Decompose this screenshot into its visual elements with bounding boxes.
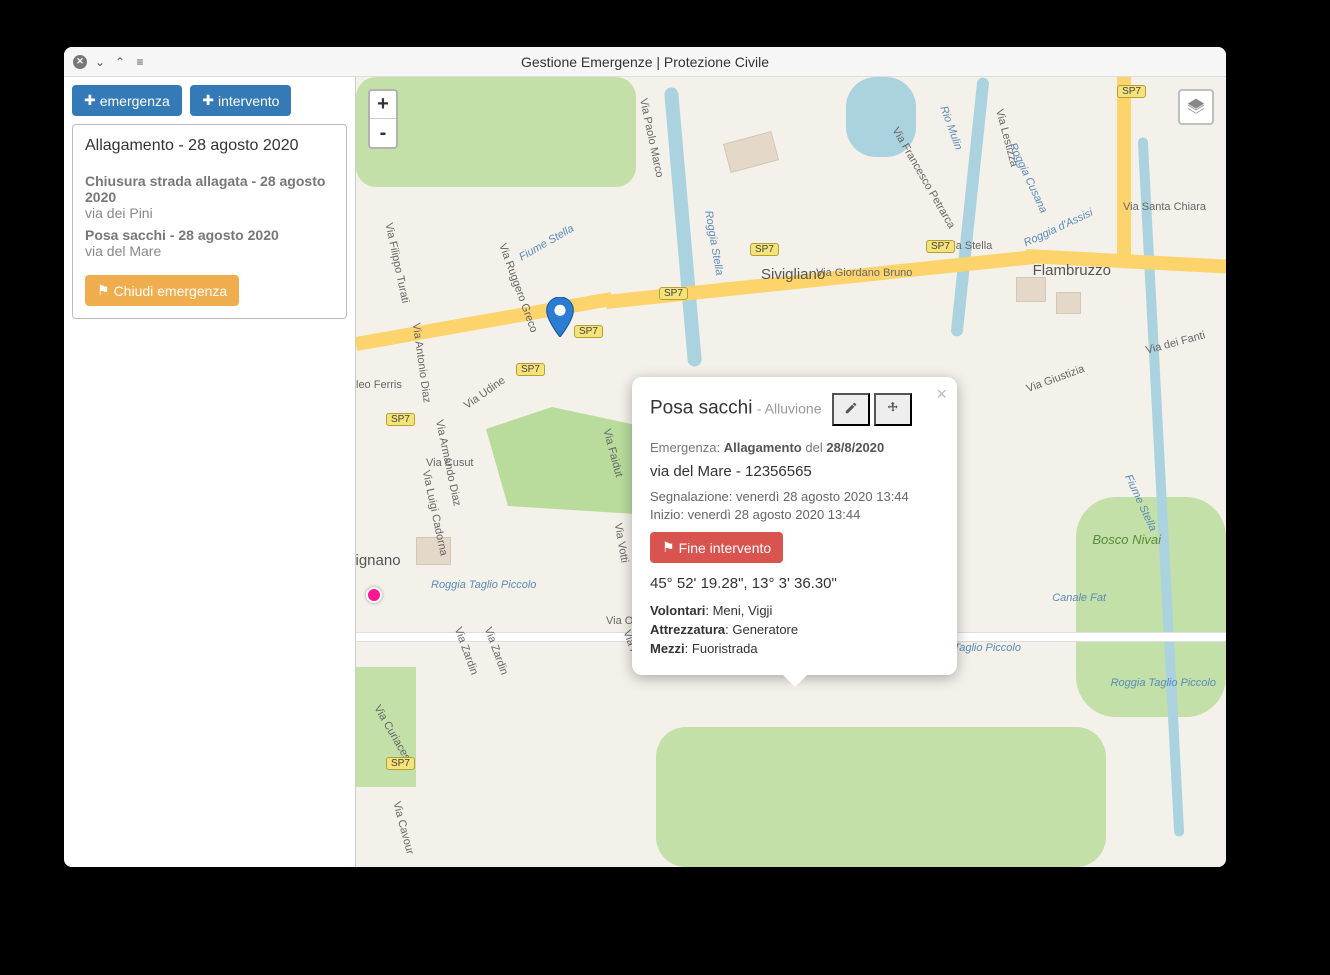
popup-inizio: Inizio: venerdì 28 agosto 2020 13:44 xyxy=(650,506,939,524)
content: ✚ emergenza ✚ intervento Allagamento - 2… xyxy=(64,77,1226,867)
water-label-roggia-stella: Roggia Stella xyxy=(702,210,725,277)
road-label-via-santa-chiara: Via Santa Chiara xyxy=(1123,201,1206,213)
intervention-item-sub: via dei Pini xyxy=(85,205,334,221)
popup-del-label: del xyxy=(805,440,822,455)
water-label-canale-fat: Canale Fat xyxy=(1052,592,1106,604)
map-road-sp7 xyxy=(1117,77,1131,262)
add-intervento-button[interactable]: ✚ intervento xyxy=(190,85,291,116)
volontari-label: Volontari xyxy=(650,603,705,618)
layers-button[interactable] xyxy=(1178,89,1214,125)
window-close-button[interactable]: ✕ xyxy=(72,54,88,70)
road-shield-sp7: SP7 xyxy=(516,363,545,376)
titlebar: ✕ ⌄ ⌃ ≡ Gestione Emergenze | Protezione … xyxy=(64,47,1226,77)
road-shield-sp7: SP7 xyxy=(659,287,688,300)
mezzi-value: : Fuoristrada xyxy=(685,641,758,656)
road-label-via-francesco-petrarca: Via Francesco Petrarca xyxy=(890,125,958,230)
window-menu-button[interactable]: ≡ xyxy=(132,54,148,70)
water-label-fiume-stella: Fiume Stella xyxy=(517,223,576,264)
end-intervento-label: Fine intervento xyxy=(679,540,772,556)
popup-move-button[interactable] xyxy=(874,393,912,426)
layers-icon xyxy=(1186,97,1206,117)
attrezzatura-value: : Generatore xyxy=(725,622,798,637)
water-label-rio-mulin: Rio Mulin xyxy=(937,104,964,151)
popup-edit-button[interactable] xyxy=(832,393,870,426)
place-label-vignano: vignano xyxy=(356,552,401,569)
road-shield-sp7: SP7 xyxy=(926,240,955,253)
map-marker-blue[interactable] xyxy=(546,297,574,337)
intervention-item-sub: via del Mare xyxy=(85,243,334,259)
road-label-via-giordano-bruno: Via Giordano Bruno xyxy=(816,267,912,279)
water-label-roggia-cusana: Roggia Cusana xyxy=(1007,141,1050,215)
emergency-card: Allagamento - 28 agosto 2020 Chiusura st… xyxy=(72,124,347,319)
road-shield-sp7: SP7 xyxy=(386,757,415,770)
map-marker-pink[interactable] xyxy=(366,587,382,603)
window-dropdown-button[interactable]: ⌄ xyxy=(92,54,108,70)
road-label-via-giustizia: Via Giustizia xyxy=(1025,363,1086,395)
flag-icon: ⚑ xyxy=(97,282,110,299)
close-emergency-button[interactable]: ⚑ Chiudi emergenza xyxy=(85,275,239,306)
popup-segnalazione: Segnalazione: venerdì 28 agosto 2020 13:… xyxy=(650,488,939,506)
map-canvas[interactable]: + - SP7 SP7 SP7 SP7 SP7 SP7 SP7 SP7 Sivi… xyxy=(356,77,1226,867)
map-building xyxy=(1056,292,1081,314)
app-window: ✕ ⌄ ⌃ ≡ Gestione Emergenze | Protezione … xyxy=(64,47,1226,867)
sidebar: ✚ emergenza ✚ intervento Allagamento - 2… xyxy=(64,77,356,867)
window-up-button[interactable]: ⌃ xyxy=(112,54,128,70)
emergency-title[interactable]: Allagamento - 28 agosto 2020 xyxy=(85,137,334,155)
map-road-sp7 xyxy=(356,292,613,351)
attrezzatura-label: Attrezzatura xyxy=(650,622,725,637)
map-water xyxy=(664,87,702,367)
move-icon xyxy=(886,401,900,415)
zoom-out-button[interactable]: - xyxy=(370,119,396,147)
popup-coords: 45° 52' 19.28", 13° 3' 36.30" xyxy=(650,575,939,592)
road-label-via-paolo-marco: Via Paolo Marco xyxy=(637,97,665,178)
map-popup: × Posa sacchi - Alluvione Emergenza: xyxy=(632,377,957,675)
add-emergenza-button[interactable]: ✚ emergenza xyxy=(72,85,182,116)
end-intervento-button[interactable]: ⚑ Fine intervento xyxy=(650,532,783,563)
popup-title: Posa sacchi xyxy=(650,398,752,419)
mezzi-label: Mezzi xyxy=(650,641,685,656)
zoom-in-button[interactable]: + xyxy=(370,91,396,119)
edit-icon xyxy=(844,401,858,415)
popup-emergency-name: Allagamento xyxy=(724,440,802,455)
map-water xyxy=(950,77,989,337)
place-label-flambruzzo: Flambruzzo xyxy=(1033,262,1111,279)
road-label-via-votti: Via Votti xyxy=(612,522,631,564)
water-label-roggia-dassili: Roggia d'Assisi xyxy=(1022,207,1095,250)
road-label-leo-ferris: leo Ferris xyxy=(356,379,402,391)
road-label-via-filippo-turati: Via Filippo Turati xyxy=(383,222,412,304)
zoom-control: + - xyxy=(368,89,398,149)
road-shield-sp7: SP7 xyxy=(386,413,415,426)
road-shield-sp7: SP7 xyxy=(574,325,603,338)
flag-icon: ⚑ xyxy=(662,539,675,556)
popup-subtitle: - Alluvione xyxy=(757,401,822,417)
map-building xyxy=(1016,277,1046,302)
plus-icon: ✚ xyxy=(202,92,214,109)
map-greenery xyxy=(356,77,636,187)
popup-address: via del Mare - 12356565 xyxy=(650,463,939,480)
volontari-value: : Meni, Vigji xyxy=(705,603,772,618)
popup-close-button[interactable]: × xyxy=(936,385,947,403)
road-label-via-udine: Via Udine xyxy=(462,374,508,411)
add-emergenza-label: emergenza xyxy=(100,93,170,109)
popup-date: 28/8/2020 xyxy=(826,440,884,455)
road-shield-sp7: SP7 xyxy=(750,243,779,256)
water-label-roggia-taglio-piccolo: Roggia Taglio Piccolo xyxy=(431,579,536,591)
water-label-roggia-taglio-piccolo: Roggia Taglio Piccolo xyxy=(1111,677,1216,689)
add-intervento-label: intervento xyxy=(218,93,279,109)
plus-icon: ✚ xyxy=(84,92,96,109)
map-building xyxy=(723,131,779,173)
road-label-via-cavour: Via Cavour xyxy=(390,800,416,855)
road-shield-sp7: SP7 xyxy=(1117,85,1146,98)
intervention-item-title[interactable]: Chiusura strada allagata - 28 agosto 202… xyxy=(85,173,334,205)
area-label-bosco-nivai: Bosco Nivai xyxy=(1092,532,1161,547)
close-emergency-label: Chiudi emergenza xyxy=(114,283,228,299)
map-water xyxy=(1138,137,1185,837)
intervention-item-title[interactable]: Posa sacchi - 28 agosto 2020 xyxy=(85,227,334,243)
window-title: Gestione Emergenze | Protezione Civile xyxy=(64,54,1226,70)
popup-emergency-label: Emergenza: xyxy=(650,440,720,455)
map-greenery xyxy=(656,727,1106,867)
